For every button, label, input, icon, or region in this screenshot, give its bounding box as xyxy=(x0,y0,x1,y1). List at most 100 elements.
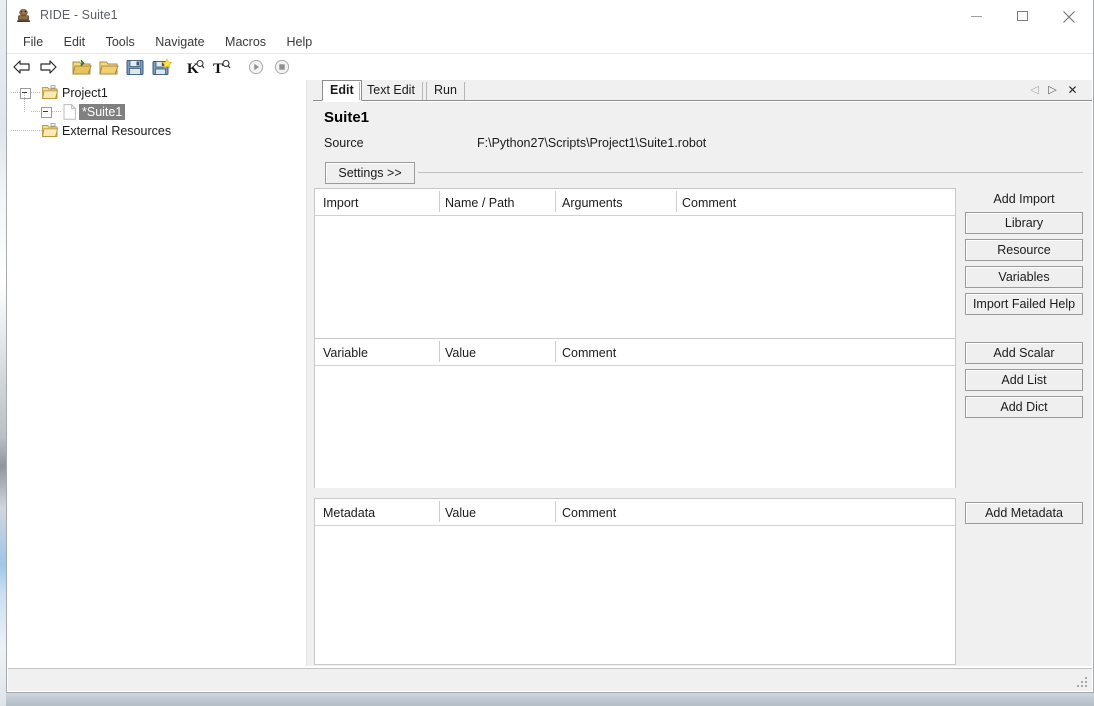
import-failed-help-button[interactable]: Import Failed Help xyxy=(965,293,1083,315)
metadata-grid[interactable]: Metadata Value Comment xyxy=(314,498,956,665)
new-project-folder-icon[interactable] xyxy=(71,55,93,79)
suite-name: Suite1 xyxy=(324,109,370,126)
tree-label-external-resources: External Resources xyxy=(62,124,172,138)
tree-line xyxy=(11,92,20,93)
col-separator xyxy=(439,341,440,362)
expander-project1[interactable] xyxy=(20,88,31,99)
close-button[interactable] xyxy=(1047,0,1093,30)
side-button-column: Add Import Library Resource Variables Im… xyxy=(957,188,1091,665)
resize-grip[interactable] xyxy=(1077,677,1089,689)
import-grid-col-name-path: Name / Path xyxy=(445,196,515,210)
settings-divider xyxy=(418,172,1083,173)
menu-file[interactable]: File xyxy=(15,32,51,52)
variable-grid[interactable]: Variable Value Comment xyxy=(314,338,956,490)
add-dict-button[interactable]: Add Dict xyxy=(965,396,1083,418)
project-tree-panel: Project1 *Suite1 External Resources xyxy=(8,80,307,666)
menu-help[interactable]: Help xyxy=(278,32,320,52)
variable-grid-col-comment: Comment xyxy=(562,346,617,360)
tab-prev-button[interactable]: ◁ xyxy=(1027,82,1042,98)
search-tests-icon[interactable]: T xyxy=(211,55,233,79)
col-separator xyxy=(555,501,556,522)
section-divider xyxy=(314,488,956,498)
add-scalar-button[interactable]: Add Scalar xyxy=(965,342,1083,364)
col-separator xyxy=(439,191,440,212)
window-title: RIDE - Suite1 xyxy=(40,8,118,22)
add-library-button[interactable]: Library xyxy=(965,212,1083,234)
source-path: F:\Python27\Scripts\Project1\Suite1.robo… xyxy=(477,136,707,150)
forward-arrow-icon[interactable] xyxy=(37,55,59,79)
add-import-label: Add Import xyxy=(993,192,1055,206)
import-grid-col-import: Import xyxy=(323,196,359,210)
import-grid-header: Import Name / Path Arguments Comment xyxy=(315,189,955,216)
metadata-grid-col-comment: Comment xyxy=(562,506,617,520)
resource-folder-icon xyxy=(42,123,59,138)
toolbar: K T xyxy=(7,54,1093,81)
tab-next-button[interactable]: ▷ xyxy=(1045,82,1060,98)
tree-item-external-resources[interactable]: External Resources xyxy=(8,122,306,141)
svg-text:T: T xyxy=(213,61,223,76)
add-metadata-button[interactable]: Add Metadata xyxy=(965,502,1083,524)
col-separator xyxy=(555,341,556,362)
search-keyword-icon[interactable]: K xyxy=(185,55,207,79)
title-bar: RIDE - Suite1 xyxy=(7,0,1093,32)
tree-item-suite1[interactable]: *Suite1 xyxy=(8,93,306,122)
tab-text-edit[interactable]: Text Edit xyxy=(359,82,423,100)
project-tree: Project1 *Suite1 External Resources xyxy=(8,84,306,141)
project-folder-icon xyxy=(42,85,59,100)
tree-label-suite1: *Suite1 xyxy=(79,104,126,120)
tree-label-project1: Project1 xyxy=(62,86,108,100)
tab-close-button[interactable]: ✕ xyxy=(1065,82,1080,98)
maximize-button[interactable] xyxy=(1001,0,1047,30)
col-separator xyxy=(439,501,440,522)
tree-line xyxy=(52,111,62,112)
main-body: Project1 *Suite1 External Resources Edit… xyxy=(7,80,1093,666)
col-separator xyxy=(555,191,556,212)
run-icon[interactable] xyxy=(245,55,267,79)
tree-line xyxy=(24,93,25,112)
add-list-button[interactable]: Add List xyxy=(965,369,1083,391)
tree-line xyxy=(31,92,41,93)
suite-file-icon xyxy=(63,104,79,120)
variable-grid-col-variable: Variable xyxy=(323,346,368,360)
col-separator xyxy=(676,191,677,212)
tree-item-project1[interactable]: Project1 xyxy=(8,84,306,103)
menu-bar: File Edit Tools Navigate Macros Help xyxy=(7,32,1093,54)
variable-grid-col-value: Value xyxy=(445,346,477,360)
add-resource-button[interactable]: Resource xyxy=(965,239,1083,261)
ride-main-window: RIDE - Suite1 File Edit Tools Navigate M… xyxy=(6,0,1094,693)
minimize-icon xyxy=(971,16,982,17)
settings-toggle-button[interactable]: Settings >> xyxy=(325,162,415,184)
back-arrow-icon[interactable] xyxy=(11,55,33,79)
window-bottom-shadow xyxy=(6,693,1094,706)
maximize-icon xyxy=(1017,11,1028,21)
minimize-button[interactable] xyxy=(955,0,1001,30)
tab-run[interactable]: Run xyxy=(426,82,465,100)
tab-edit[interactable]: Edit xyxy=(322,80,362,101)
screen: RIDE - Suite1 File Edit Tools Navigate M… xyxy=(0,0,1094,706)
settings-section-bar: Settings >> xyxy=(314,160,1091,188)
status-bar xyxy=(8,668,1092,691)
expander-suite1[interactable] xyxy=(41,107,52,118)
editor-panel: Edit Text Edit Run ◁ ▷ ✕ Suite1 Source F… xyxy=(313,80,1092,666)
close-icon xyxy=(1063,11,1075,23)
import-grid[interactable]: Import Name / Path Arguments Comment xyxy=(314,188,956,340)
metadata-grid-col-metadata: Metadata xyxy=(323,506,376,520)
save-icon[interactable] xyxy=(124,55,146,79)
robot-icon xyxy=(15,7,32,24)
tree-line xyxy=(11,130,42,131)
menu-edit[interactable]: Edit xyxy=(56,32,94,52)
metadata-grid-col-value: Value xyxy=(445,506,477,520)
menu-tools[interactable]: Tools xyxy=(98,32,143,52)
suite-info-header: Suite1 Source F:\Python27\Scripts\Projec… xyxy=(314,101,1091,158)
variable-grid-header: Variable Value Comment xyxy=(315,339,955,366)
menu-navigate[interactable]: Navigate xyxy=(147,32,212,52)
save-all-icon[interactable] xyxy=(151,55,173,79)
menu-macros[interactable]: Macros xyxy=(217,32,274,52)
add-variables-button[interactable]: Variables xyxy=(965,266,1083,288)
import-grid-col-arguments: Arguments xyxy=(562,196,623,210)
source-label: Source xyxy=(324,136,364,150)
import-grid-col-comment: Comment xyxy=(682,196,737,210)
stop-icon[interactable] xyxy=(271,55,293,79)
editor-tab-bar: Edit Text Edit Run ◁ ▷ ✕ xyxy=(313,80,1092,101)
open-folder-icon[interactable] xyxy=(98,55,120,79)
